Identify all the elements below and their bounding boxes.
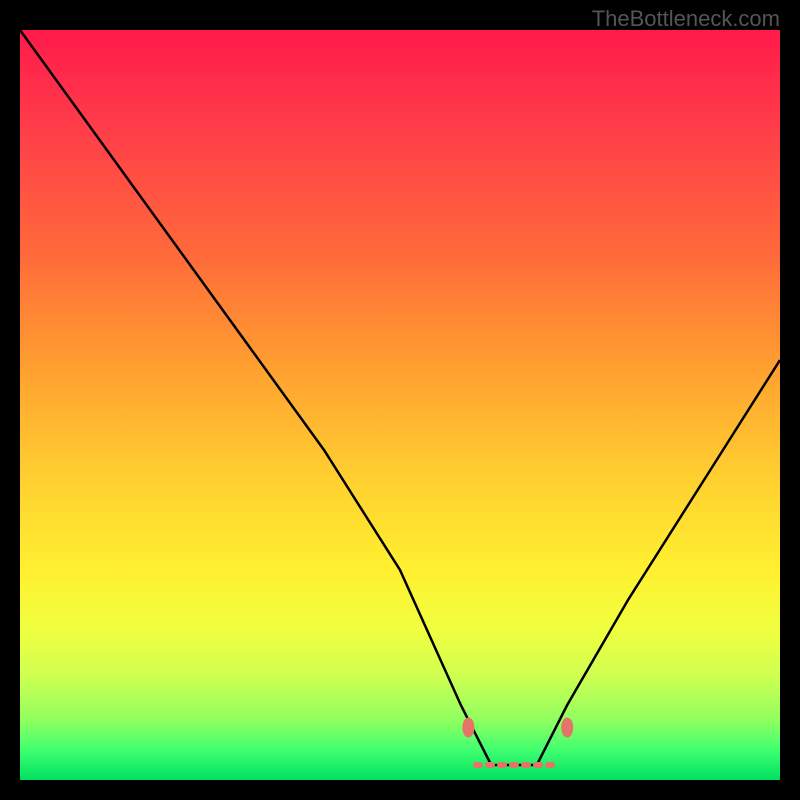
watermark-text: TheBottleneck.com [592, 6, 780, 32]
curve-svg [20, 30, 780, 780]
bottleneck-curve [20, 30, 780, 765]
chart-container: TheBottleneck.com [0, 0, 800, 800]
plot-area [20, 30, 780, 780]
curve-marker [462, 718, 474, 738]
curve-marker [561, 718, 573, 738]
